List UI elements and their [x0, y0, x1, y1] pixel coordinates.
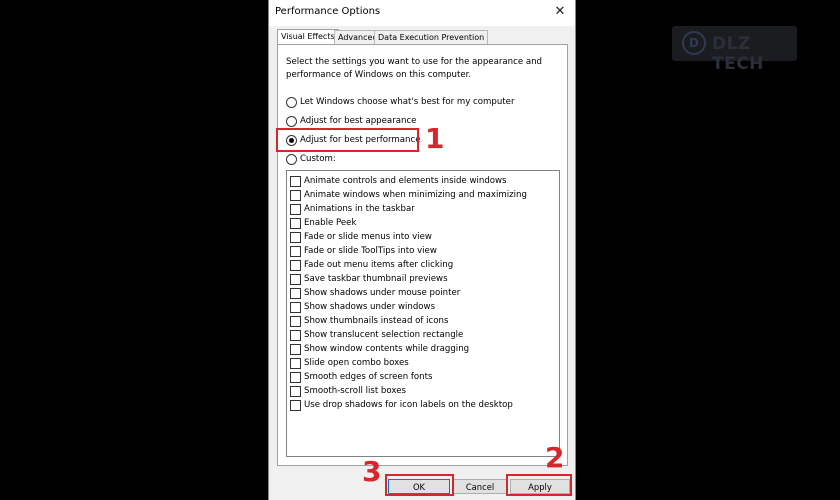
checkbox[interactable]	[290, 190, 301, 201]
checkbox[interactable]	[290, 218, 301, 229]
visual-effects-panel: Select the settings you want to use for …	[277, 44, 568, 466]
radio-label: Let Windows choose what's best for my co…	[300, 97, 515, 107]
annotation-step-1: 1	[425, 122, 445, 155]
checkbox-label: Smooth-scroll list boxes	[304, 386, 406, 396]
highlight-ok-button	[385, 474, 454, 496]
close-icon[interactable]: ✕	[552, 4, 568, 20]
checkbox[interactable]	[290, 344, 301, 355]
checkbox[interactable]	[290, 316, 301, 327]
checkbox-label: Animate windows when minimizing and maxi…	[304, 190, 527, 200]
radio-button[interactable]	[286, 116, 297, 127]
logo-mark-icon: D	[682, 31, 706, 55]
checkbox[interactable]	[290, 176, 301, 187]
radio-button[interactable]	[286, 154, 297, 165]
cancel-button[interactable]: Cancel	[453, 479, 507, 494]
checkbox-label: Save taskbar thumbnail previews	[304, 274, 448, 284]
checkbox-label: Animations in the taskbar	[304, 204, 415, 214]
checkbox-label: Smooth edges of screen fonts	[304, 372, 433, 382]
checkbox[interactable]	[290, 288, 301, 299]
annotation-step-2: 2	[545, 441, 565, 474]
checkbox[interactable]	[290, 386, 301, 397]
checkbox[interactable]	[290, 302, 301, 313]
window-title: Performance Options	[275, 6, 381, 17]
title-bar: Performance Options ✕	[269, 0, 575, 26]
checkbox[interactable]	[290, 372, 301, 383]
tab-data-execution-prevention[interactable]: Data Execution Prevention	[374, 30, 489, 44]
checkbox-label: Fade or slide ToolTips into view	[304, 246, 437, 256]
checkbox-label: Slide open combo boxes	[304, 358, 409, 368]
checkbox-label: Show thumbnails instead of icons	[304, 316, 449, 326]
checkbox[interactable]	[290, 274, 301, 285]
checkbox[interactable]	[290, 400, 301, 411]
checkbox-label: Animate controls and elements inside win…	[304, 176, 507, 186]
highlight-apply-button	[506, 474, 572, 496]
logo-text: DLZ TECH	[712, 34, 764, 74]
dlz-tech-logo: D DLZ TECH	[672, 26, 797, 74]
radio-button[interactable]	[286, 97, 297, 108]
highlight-best-performance	[276, 128, 419, 152]
tab-visual-effects[interactable]: Visual Effects	[277, 29, 339, 45]
performance-options-dialog: Performance Options ✕ Visual Effects Adv…	[268, 0, 576, 500]
checkbox-label: Show window contents while dragging	[304, 344, 470, 354]
checkbox[interactable]	[290, 358, 301, 369]
checkbox-label: Show translucent selection rectangle	[304, 330, 464, 340]
checkbox[interactable]	[290, 330, 301, 341]
checkbox[interactable]	[290, 246, 301, 257]
checkbox-label: Show shadows under windows	[304, 302, 436, 312]
radio-label: Adjust for best appearance	[300, 116, 417, 126]
tab-strip: Visual Effects Advanced Data Execution P…	[277, 29, 567, 45]
checkbox-label: Fade or slide menus into view	[304, 232, 432, 242]
checkbox[interactable]	[290, 204, 301, 215]
visual-effects-list[interactable]: Animate controls and elements inside win…	[286, 170, 560, 457]
checkbox-label: Enable Peek	[304, 218, 357, 228]
checkbox[interactable]	[290, 260, 301, 271]
annotation-step-3: 3	[362, 455, 382, 488]
intro-text: Select the settings you want to use for …	[286, 57, 543, 80]
checkbox-label: Fade out menu items after clicking	[304, 260, 454, 270]
checkbox[interactable]	[290, 232, 301, 243]
radio-label: Custom:	[300, 154, 336, 164]
checkbox-label: Show shadows under mouse pointer	[304, 288, 461, 298]
checkbox-label: Use drop shadows for icon labels on the …	[304, 400, 513, 410]
